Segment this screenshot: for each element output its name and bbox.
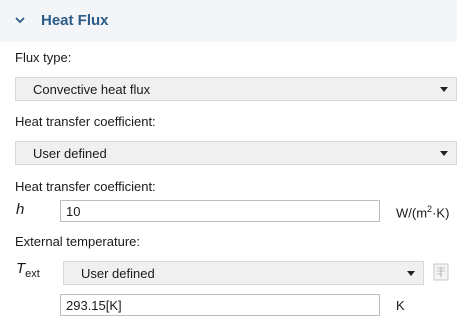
chevron-down-icon[interactable]	[14, 14, 26, 26]
dropdown-arrow-icon	[440, 151, 448, 156]
section-title: Heat Flux	[41, 12, 109, 29]
htc-unit: W/(m2·K)	[396, 204, 449, 220]
ext-temp-input[interactable]: 293.15[K]	[60, 294, 380, 316]
ext-temp-symbol-sub: ext	[25, 268, 40, 280]
flux-type-label: Flux type:	[15, 50, 72, 65]
htc-value-input[interactable]: 10	[60, 200, 380, 222]
ext-temp-value-text: 293.15[K]	[66, 298, 122, 313]
flux-type-value: Convective heat flux	[33, 82, 151, 97]
htc-value-text: 10	[66, 204, 81, 219]
ext-temp-unit: K	[396, 298, 405, 313]
htc-method-select[interactable]: User defined	[15, 141, 457, 165]
dropdown-arrow-icon	[407, 271, 415, 276]
flux-type-select[interactable]: Convective heat flux	[15, 77, 457, 101]
ext-temp-symbol: Text	[16, 260, 40, 280]
htc-value-label: Heat transfer coefficient:	[15, 179, 156, 194]
ext-temp-select-value: User defined	[81, 266, 155, 281]
htc-unit-end: ·K)	[432, 205, 450, 221]
htc-method-value: User defined	[33, 146, 107, 161]
ext-temp-symbol-main: T	[16, 260, 26, 277]
ext-temp-label: External temperature:	[15, 234, 141, 249]
dropdown-arrow-icon	[440, 87, 448, 92]
htc-unit-main: W/(m	[396, 205, 428, 221]
variable-link-icon[interactable]	[430, 261, 452, 283]
section-header-heat-flux[interactable]: Heat Flux	[0, 0, 457, 42]
ext-temp-select[interactable]: User defined	[63, 261, 424, 285]
htc-symbol: h	[16, 201, 25, 218]
htc-method-label: Heat transfer coefficient:	[15, 114, 156, 129]
